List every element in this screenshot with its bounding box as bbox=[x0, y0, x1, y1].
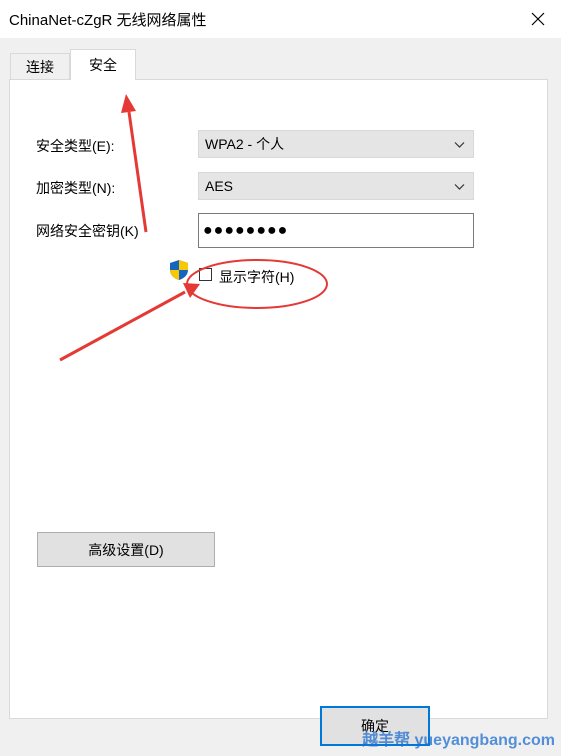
chevron-down-icon bbox=[454, 142, 465, 148]
advanced-settings-button[interactable]: 高级设置(D) bbox=[37, 532, 215, 567]
network-key-input[interactable]: ●●●●●●●● bbox=[198, 213, 474, 248]
close-button[interactable] bbox=[515, 0, 561, 38]
network-key-value: ●●●●●●●● bbox=[203, 221, 289, 239]
window-title: ChinaNet-cZgR 无线网络属性 bbox=[9, 12, 207, 29]
encryption-type-label: 加密类型(N): bbox=[36, 180, 116, 196]
title-bar: ChinaNet-cZgR 无线网络属性 bbox=[0, 0, 561, 38]
security-type-value: WPA2 - 个人 bbox=[205, 136, 285, 152]
wifi-properties-dialog: ChinaNet-cZgR 无线网络属性 连接 安全 安全类型(E): WPA2… bbox=[0, 0, 561, 756]
security-type-select[interactable]: WPA2 - 个人 bbox=[198, 130, 474, 158]
shield-icon bbox=[170, 260, 188, 280]
tab-security-label: 安全 bbox=[89, 57, 117, 73]
encryption-type-value: AES bbox=[205, 178, 234, 194]
encryption-type-select[interactable]: AES bbox=[198, 172, 474, 200]
security-type-label: 安全类型(E): bbox=[36, 138, 115, 154]
tab-security[interactable]: 安全 bbox=[70, 49, 136, 80]
close-icon bbox=[531, 12, 545, 26]
chevron-down-icon bbox=[454, 184, 465, 190]
network-key-label: 网络安全密钥(K) bbox=[36, 223, 139, 239]
show-characters-label[interactable]: 显示字符(H) bbox=[219, 267, 294, 287]
advanced-settings-label: 高级设置(D) bbox=[88, 541, 164, 558]
tab-connection[interactable]: 连接 bbox=[10, 53, 70, 80]
show-characters-checkbox[interactable] bbox=[199, 268, 212, 281]
tab-connection-label: 连接 bbox=[26, 59, 54, 75]
watermark: 越羊帮 yueyangbang.com bbox=[362, 732, 555, 749]
